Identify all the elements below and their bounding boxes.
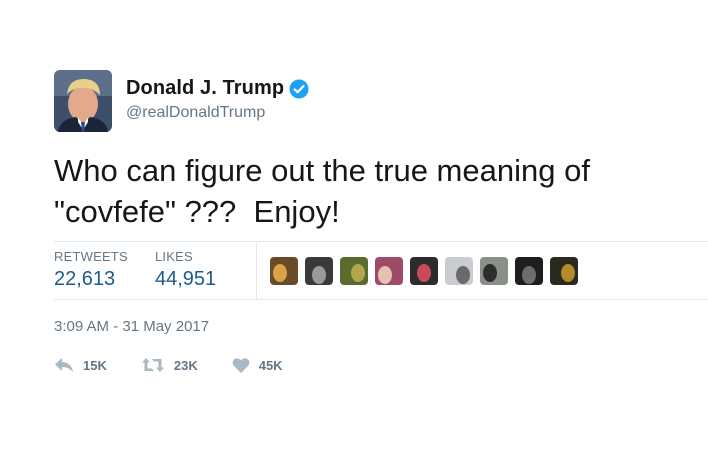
avatar-image [305,257,333,285]
reply-count: 15K [83,357,107,373]
divider-bottom [54,299,708,300]
liker-avatar-3[interactable] [340,257,368,285]
verified-badge-icon [289,79,309,98]
retweet-count: 23K [173,357,198,373]
liker-avatar-2[interactable] [305,257,333,285]
display-name[interactable]: Donald J. Trump [126,77,284,100]
retweet-icon [141,358,164,372]
action-bar: 15K 23K 45K [54,356,317,374]
tweet-card: Donald J. Trump @realDonaldTrump Who can… [0,0,708,472]
retweets-stat[interactable]: RETWEETS 22,613 [54,249,128,291]
liker-avatar-1[interactable] [270,257,298,285]
likes-stat[interactable]: LIKES 44,951 [155,249,216,291]
reply-icon [55,358,73,372]
avatar-image [550,257,578,285]
profile-photo [54,70,112,132]
likes-value: 44,951 [155,268,217,290]
reply-button[interactable]: 15K [54,356,107,374]
liker-avatar-5[interactable] [410,257,438,285]
liker-avatar-6[interactable] [445,257,473,285]
tweet-text: Who can figure out the true meaning of "… [54,153,590,229]
avatar-image [270,257,298,285]
heart-icon [232,357,250,373]
avatar-image [445,257,473,285]
avatar-image [515,257,543,285]
timestamp[interactable]: 3:09 AM - 31 May 2017 [54,318,209,335]
liker-avatar-9[interactable] [550,257,578,285]
stats-separator [256,242,257,299]
like-button[interactable]: 45K [232,357,283,374]
liker-avatar-4[interactable] [375,257,403,285]
liker-avatar-8[interactable] [515,257,543,285]
avatar-image [410,257,438,285]
avatar[interactable] [54,70,112,132]
avatar-image [480,257,508,285]
like-count: 45K [258,357,283,373]
likes-label: LIKES [155,249,193,264]
liker-avatar-7[interactable] [480,257,508,285]
retweets-label: RETWEETS [54,249,128,264]
retweets-value: 22,613 [54,268,116,290]
divider-top [54,241,708,242]
avatar-image [375,257,403,285]
avatar-image [340,257,368,285]
name-row[interactable]: Donald J. Trump [126,77,309,100]
user-handle[interactable]: @realDonaldTrump [126,104,265,122]
retweet-button[interactable]: 23K [141,356,198,374]
liker-avatars [270,257,585,285]
